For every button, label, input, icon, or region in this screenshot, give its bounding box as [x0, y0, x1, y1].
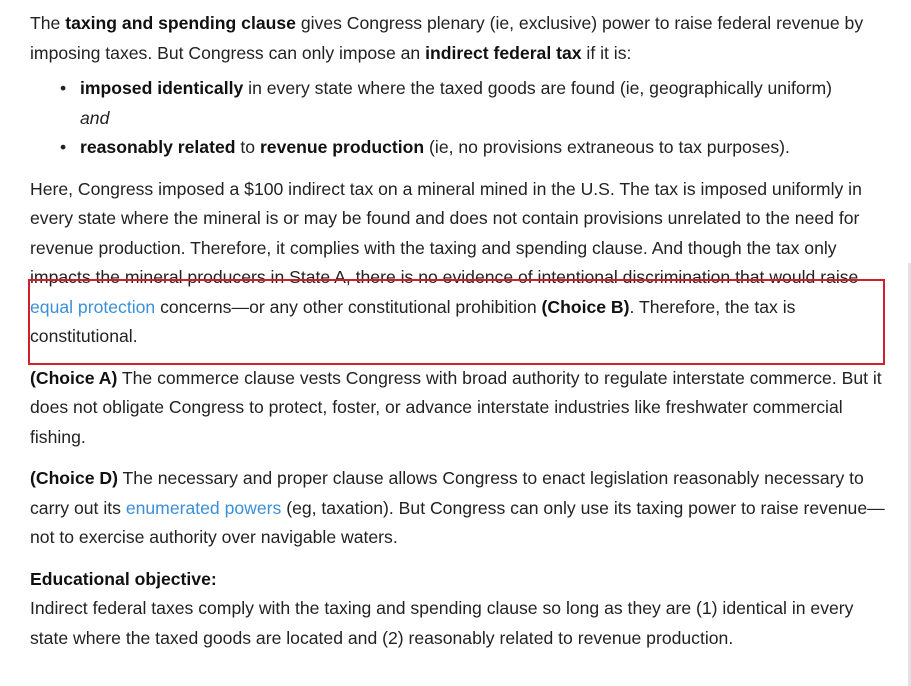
educational-objective: Educational objective: Indirect federal t… — [30, 565, 892, 654]
choice-b-label: (Choice B) — [541, 296, 630, 317]
list-item: • imposed identically in every state whe… — [60, 74, 892, 133]
enumerated-powers-link[interactable]: enumerated powers — [126, 498, 282, 518]
taxing-clause-paragraph: The taxing and spending clause gives Con… — [30, 9, 892, 68]
choice-a-label: (Choice A) — [30, 367, 118, 388]
text: to — [235, 137, 260, 157]
text: The — [30, 13, 66, 33]
term-indirect-federal-tax: indirect federal tax — [425, 42, 582, 63]
text: The commerce clause vests Congress with … — [30, 367, 882, 447]
bullet-icon: • — [60, 78, 67, 98]
explanation-content: The taxing and spending clause gives Con… — [30, 9, 892, 653]
bullet-icon: • — [60, 137, 67, 157]
requirements-list: • imposed identically in every state whe… — [30, 74, 892, 163]
term-revenue-production: revenue production — [259, 137, 425, 157]
objective-text: Indirect federal taxes comply with the t… — [30, 598, 854, 648]
term-taxing-spending-clause: taxing and spending clause — [65, 13, 296, 33]
text: concerns—or any other constitutional pro… — [155, 296, 542, 317]
term-imposed-identically: imposed identically — [80, 78, 244, 98]
text: in every state where the taxed goods are… — [243, 78, 833, 98]
text: (ie, no provisions extraneous to tax pur… — [424, 137, 790, 157]
choice-d-label: (Choice D) — [30, 468, 118, 488]
conjunction-and: and — [80, 107, 110, 128]
equal-protection-link[interactable]: equal protection — [30, 297, 155, 317]
choice-d-paragraph: (Choice D) The necessary and proper clau… — [30, 464, 892, 553]
text: Here, Congress imposed a $100 indirect t… — [30, 178, 862, 288]
list-item: • reasonably related to revenue producti… — [60, 133, 892, 163]
objective-heading: Educational objective: — [30, 568, 217, 589]
text: if it is: — [581, 42, 632, 63]
choice-a-paragraph: (Choice A) The commerce clause vests Con… — [30, 364, 892, 453]
term-reasonably-related: reasonably related — [80, 137, 236, 157]
analysis-paragraph: Here, Congress imposed a $100 indirect t… — [30, 175, 892, 352]
